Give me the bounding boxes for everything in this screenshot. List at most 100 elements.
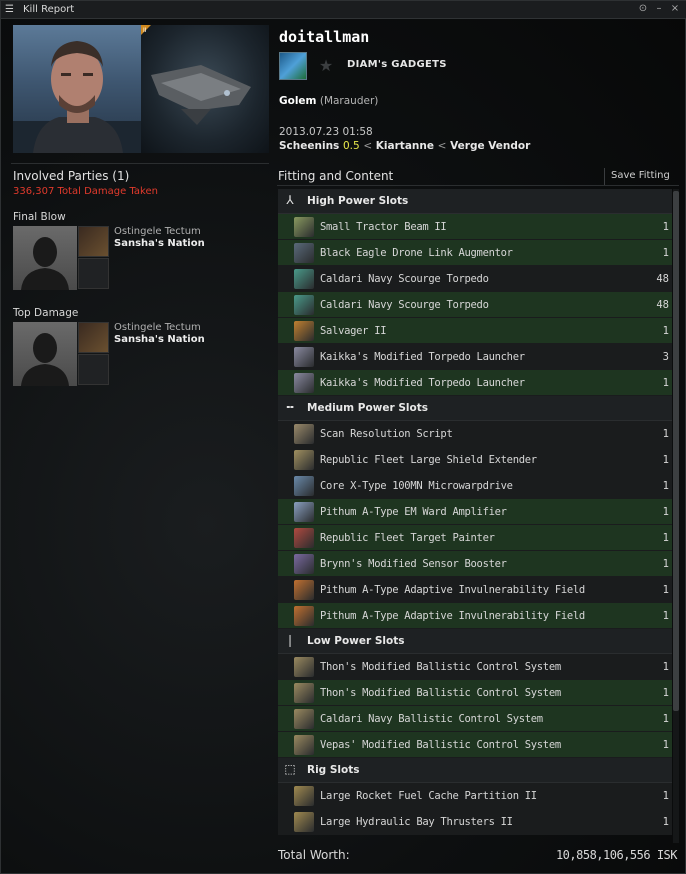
top-damage-weapon-icon[interactable] xyxy=(78,354,109,385)
scrollbar-thumb[interactable] xyxy=(673,191,679,711)
item-quantity: 1 xyxy=(662,454,669,466)
module-icon[interactable] xyxy=(294,606,314,626)
fitting-item-row[interactable]: Kaikka's Modified Torpedo Launcher 3 xyxy=(278,344,672,370)
module-icon[interactable] xyxy=(294,580,314,600)
kill-timestamp: 2013.07.23 01:58 xyxy=(279,126,373,138)
item-quantity: 48 xyxy=(656,299,669,311)
close-icon[interactable]: × xyxy=(668,3,682,14)
fitting-item-row[interactable]: Republic Fleet Target Painter 1 xyxy=(278,525,672,551)
module-icon[interactable] xyxy=(294,528,314,548)
item-quantity: 1 xyxy=(662,428,669,440)
fitting-item-row[interactable]: Kaikka's Modified Torpedo Launcher 1 xyxy=(278,370,672,396)
fitting-item-row[interactable]: Pithum A-Type EM Ward Amplifier 1 xyxy=(278,499,672,525)
module-icon[interactable] xyxy=(294,683,314,703)
fitting-item-row[interactable]: Black Eagle Drone Link Augmentor 1 xyxy=(278,240,672,266)
corporation-logo[interactable] xyxy=(279,52,307,80)
fitting-item-row[interactable]: Pithum A-Type Adaptive Invulnerability F… xyxy=(278,577,672,603)
fitting-item-row[interactable]: Republic Fleet Large Shield Extender 1 xyxy=(278,447,672,473)
slot-group-title: Low Power Slots xyxy=(307,635,405,647)
fitting-item-row[interactable]: Brynn's Modified Sensor Booster 1 xyxy=(278,551,672,577)
info-icon[interactable]: ⊙ xyxy=(636,3,650,14)
fitting-item-row[interactable]: Thon's Modified Ballistic Control System… xyxy=(278,654,672,680)
fitting-item-row[interactable]: Thon's Modified Ballistic Control System… xyxy=(278,680,672,706)
module-icon[interactable] xyxy=(294,502,314,522)
item-quantity: 1 xyxy=(662,739,669,751)
ship-name[interactable]: Golem xyxy=(279,95,317,107)
module-icon[interactable] xyxy=(294,812,314,832)
module-icon[interactable] xyxy=(294,450,314,470)
final-blow-label: Final Blow xyxy=(13,211,66,223)
solar-system-link[interactable]: Scheenins xyxy=(279,140,339,152)
fitting-item-row[interactable]: Caldari Navy Scourge Torpedo 48 xyxy=(278,266,672,292)
minimize-icon[interactable]: – xyxy=(652,3,666,14)
victim-name[interactable]: doitallman xyxy=(279,28,369,46)
constellation-link[interactable]: Kiartanne xyxy=(376,140,434,152)
fitting-item-row[interactable]: Small Tractor Beam II 1 xyxy=(278,214,672,240)
top-damage-attacker-corp[interactable]: Sansha's Nation xyxy=(114,334,205,345)
fitting-item-row[interactable]: Scan Resolution Script 1 xyxy=(278,421,672,447)
item-name: Salvager II xyxy=(320,325,387,337)
slot-group-title: High Power Slots xyxy=(307,195,409,207)
item-quantity: 3 xyxy=(662,351,669,363)
item-name: Kaikka's Modified Torpedo Launcher xyxy=(320,377,525,389)
title-bar[interactable]: ☰ Kill Report ⊙ – × xyxy=(1,1,686,19)
fitting-item-row[interactable]: Pithum A-Type Adaptive Invulnerability F… xyxy=(278,603,672,629)
module-icon[interactable] xyxy=(294,657,314,677)
top-damage-label: Top Damage xyxy=(13,307,79,319)
module-icon[interactable] xyxy=(294,554,314,574)
fitting-item-row[interactable]: Caldari Navy Ballistic Control System 1 xyxy=(278,706,672,732)
slot-group-header[interactable]: ❘ Low Power Slots xyxy=(278,629,672,654)
slot-group-header[interactable]: ╍ Medium Power Slots xyxy=(278,396,672,421)
final-blow-portrait[interactable] xyxy=(13,226,77,290)
module-icon[interactable] xyxy=(294,373,314,393)
fitting-item-row[interactable]: Vepas' Modified Ballistic Control System… xyxy=(278,732,672,758)
fitting-item-row[interactable]: Salvager II 1 xyxy=(278,318,672,344)
victim-ship-image[interactable]: II xyxy=(141,25,269,153)
top-damage-portrait[interactable] xyxy=(13,322,77,386)
fitting-item-row[interactable]: Core X-Type 100MN Microwarpdrive 1 xyxy=(278,473,672,499)
module-icon[interactable] xyxy=(294,786,314,806)
hamburger-icon[interactable]: ☰ xyxy=(5,4,14,15)
item-quantity: 1 xyxy=(662,713,669,725)
security-status: 0.5 xyxy=(342,140,360,152)
module-icon[interactable] xyxy=(294,709,314,729)
slot-group-header[interactable]: ⬚ Rig Slots xyxy=(278,758,672,783)
item-name: Pithum A-Type Adaptive Invulnerability F… xyxy=(320,610,585,622)
module-icon[interactable] xyxy=(294,269,314,289)
top-damage-ship-icon[interactable] xyxy=(78,322,109,353)
item-name: Black Eagle Drone Link Augmentor xyxy=(320,247,513,259)
item-name: Large Rocket Fuel Cache Partition II xyxy=(320,790,537,802)
corporation-name[interactable]: DIAM's GADGETS xyxy=(347,59,447,70)
save-fitting-button[interactable]: Save Fitting xyxy=(604,168,678,185)
item-quantity: 48 xyxy=(656,273,669,285)
module-icon[interactable] xyxy=(294,476,314,496)
module-icon[interactable] xyxy=(294,347,314,367)
alliance-placeholder-icon: ★ xyxy=(318,56,334,75)
fitting-item-row[interactable]: Large Hydraulic Bay Thrusters II 1 xyxy=(278,809,672,835)
final-blow-weapon-icon[interactable] xyxy=(78,258,109,289)
item-quantity: 1 xyxy=(662,377,669,389)
item-name: Pithum A-Type EM Ward Amplifier xyxy=(320,506,507,518)
final-blow-ship-icon[interactable] xyxy=(78,226,109,257)
module-icon[interactable] xyxy=(294,321,314,341)
module-icon[interactable] xyxy=(294,295,314,315)
final-blow-attacker-name[interactable]: Ostingele Tectum xyxy=(114,226,201,237)
module-icon[interactable] xyxy=(294,217,314,237)
fitting-item-row[interactable]: Large Rocket Fuel Cache Partition II 1 xyxy=(278,783,672,809)
top-damage-attacker-name[interactable]: Ostingele Tectum xyxy=(114,322,201,333)
module-icon[interactable] xyxy=(294,735,314,755)
slot-group-header[interactable]: ⅄ High Power Slots xyxy=(278,189,672,214)
final-blow-attacker-corp[interactable]: Sansha's Nation xyxy=(114,238,205,249)
fitting-item-row[interactable]: Caldari Navy Scourge Torpedo 48 xyxy=(278,292,672,318)
fitting-list[interactable]: ⅄ High Power Slots Small Tractor Beam II 1 B… xyxy=(278,189,672,843)
victim-portrait[interactable] xyxy=(13,25,141,153)
kill-report-window: ☰ Kill Report ⊙ – × II doitallman ★ DIAM xyxy=(0,0,686,874)
item-quantity: 1 xyxy=(662,325,669,337)
module-icon[interactable] xyxy=(294,424,314,444)
item-name: Vepas' Modified Ballistic Control System xyxy=(320,739,561,751)
item-name: Thon's Modified Ballistic Control System xyxy=(320,687,561,699)
module-icon[interactable] xyxy=(294,243,314,263)
region-link[interactable]: Verge Vendor xyxy=(450,140,530,152)
item-name: Small Tractor Beam II xyxy=(320,221,447,233)
item-name: Caldari Navy Ballistic Control System xyxy=(320,713,543,725)
